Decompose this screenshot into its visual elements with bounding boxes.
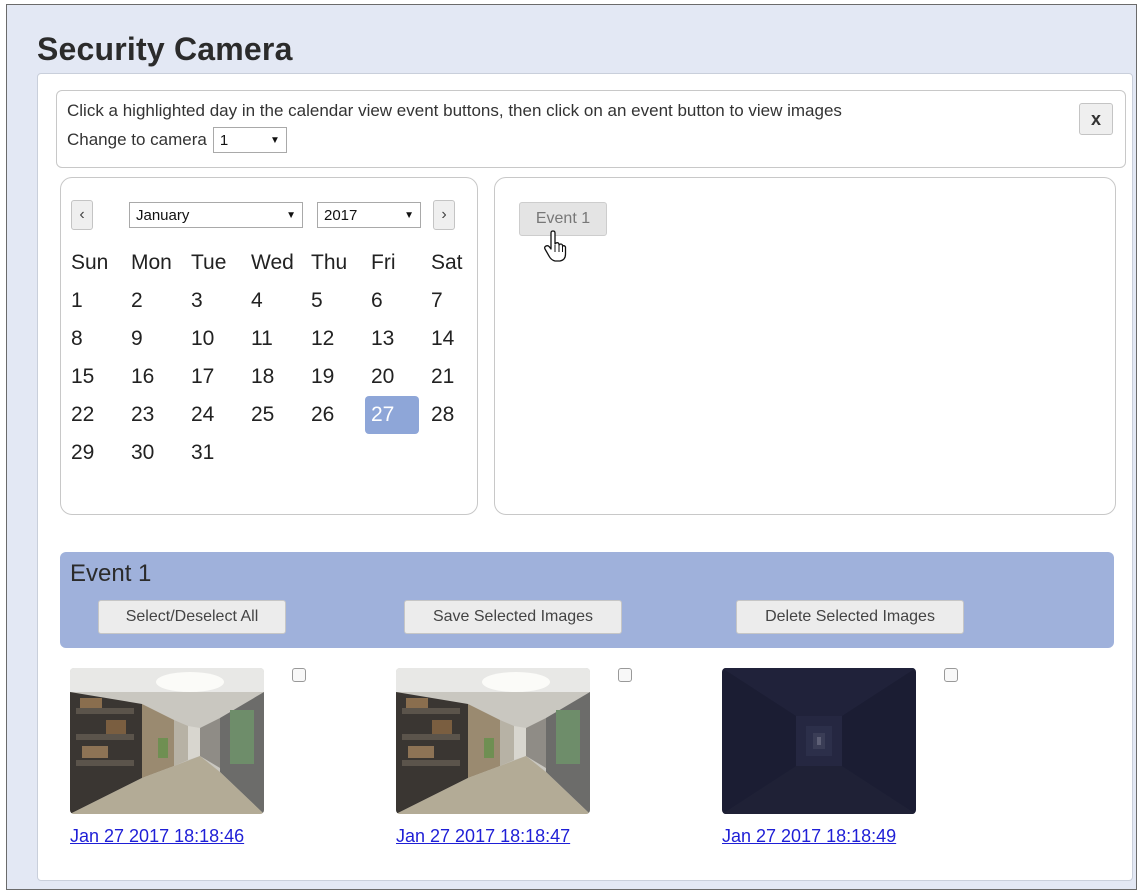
weekday-header: Tue [191,251,227,274]
calendar-day: 11 [251,327,273,350]
chevron-down-icon: ▼ [286,209,296,221]
prev-month-button[interactable]: ‹ [71,200,93,230]
chevron-down-icon: ▼ [269,134,280,146]
calendar-day: 28 [431,403,455,426]
year-select[interactable]: 2017 ▼ [317,202,421,228]
year-select-value: 2017 [324,206,358,224]
main-panel: Click a highlighted day in the calendar … [37,73,1133,881]
camera-image-thumbnail[interactable] [396,668,590,814]
image-timestamp-link[interactable]: Jan 27 2017 18:18:47 [396,826,570,847]
calendar-day: 12 [311,327,335,350]
event-title: Event 1 [70,560,152,587]
calendar: ‹ January ▼ 2017 ▼ › Sun Mon Tue Wed Thu Fri S… [60,177,478,515]
calendar-day: 30 [131,441,155,464]
weekday-header: Fri [371,251,396,274]
chevron-left-icon: ‹ [79,206,85,223]
instructions-box: Click a highlighted day in the calendar … [56,90,1126,168]
events-panel: Event 1 [494,177,1116,515]
month-select[interactable]: January ▼ [129,202,303,228]
month-select-value: January [136,206,190,224]
app-window: Security Camera Click a highlighted day … [6,4,1137,890]
image-checkbox[interactable] [944,668,958,682]
calendar-day: 26 [311,403,335,426]
delete-selected-images-button[interactable]: Delete Selected Images [736,600,964,634]
weekday-header: Mon [131,251,172,274]
image-item: Jan 27 2017 18:18:46 [70,668,306,846]
calendar-day: 22 [71,403,95,426]
calendar-day: 23 [131,403,155,426]
calendar-day: 16 [131,365,155,388]
camera-select-value: 1 [219,131,229,149]
calendar-day: 17 [191,365,215,388]
calendar-day: 5 [311,289,323,312]
calendar-day: 15 [71,365,95,388]
image-timestamp-link[interactable]: Jan 27 2017 18:18:46 [70,826,244,847]
calendar-day: 9 [131,327,143,350]
calendar-day: 2 [131,289,143,312]
calendar-day: 31 [191,441,215,464]
camera-image-thumbnail[interactable] [722,668,916,814]
calendar-day: 13 [371,327,395,350]
event-toolbar: Event 1 Select/Deselect All Save Selecte… [60,552,1114,648]
page-title: Security Camera [37,31,293,67]
calendar-day: 24 [191,403,215,426]
calendar-day: 20 [371,365,395,388]
calendar-day: 21 [431,365,455,388]
image-item: Jan 27 2017 18:18:49 [722,668,958,846]
save-selected-images-button[interactable]: Save Selected Images [404,600,622,634]
calendar-day: 1 [71,289,83,312]
calendar-day: 18 [251,365,275,388]
calendar-day: 25 [251,403,275,426]
image-checkbox[interactable] [292,668,306,682]
calendar-day: 7 [431,289,443,312]
select-deselect-all-button[interactable]: Select/Deselect All [98,600,286,634]
calendar-empty-cell [365,434,425,472]
weekday-header: Wed [251,251,294,274]
calendar-day: 3 [191,289,203,312]
image-checkbox[interactable] [618,668,632,682]
camera-select[interactable]: 1 ▼ [212,127,287,153]
calendar-day: 6 [371,289,383,312]
image-timestamp-link[interactable]: Jan 27 2017 18:18:49 [722,826,896,847]
camera-label: Change to camera [67,130,207,149]
calendar-grid: Sun Mon Tue Wed Thu Fri Sat 1 2 3 4 5 6 7 8 9 10 11 12 13 14… [65,244,485,472]
weekday-header: Sun [71,251,109,274]
calendar-day: 19 [311,365,335,388]
calendar-day: 8 [71,327,83,350]
weekday-header: Thu [311,251,348,274]
weekday-header: Sat [431,251,463,274]
next-month-button[interactable]: › [433,200,455,230]
image-item: Jan 27 2017 18:18:47 [396,668,632,846]
calendar-day: 14 [431,327,455,350]
calendar-empty-cell [245,434,305,472]
calendar-empty-cell [425,434,485,472]
hand-cursor-icon [544,230,567,262]
chevron-right-icon: › [441,206,447,223]
camera-image-thumbnail[interactable] [70,668,264,814]
close-button[interactable]: x [1079,103,1113,135]
calendar-day: 10 [191,327,215,350]
camera-selector-row: Change to camera 1 ▼ [67,127,287,153]
instructions-text: Click a highlighted day in the calendar … [67,101,842,120]
calendar-day-selected[interactable]: 27 [365,396,419,434]
calendar-day: 29 [71,441,95,464]
calendar-day: 4 [251,289,263,312]
chevron-down-icon: ▼ [404,209,414,221]
calendar-empty-cell [305,434,365,472]
